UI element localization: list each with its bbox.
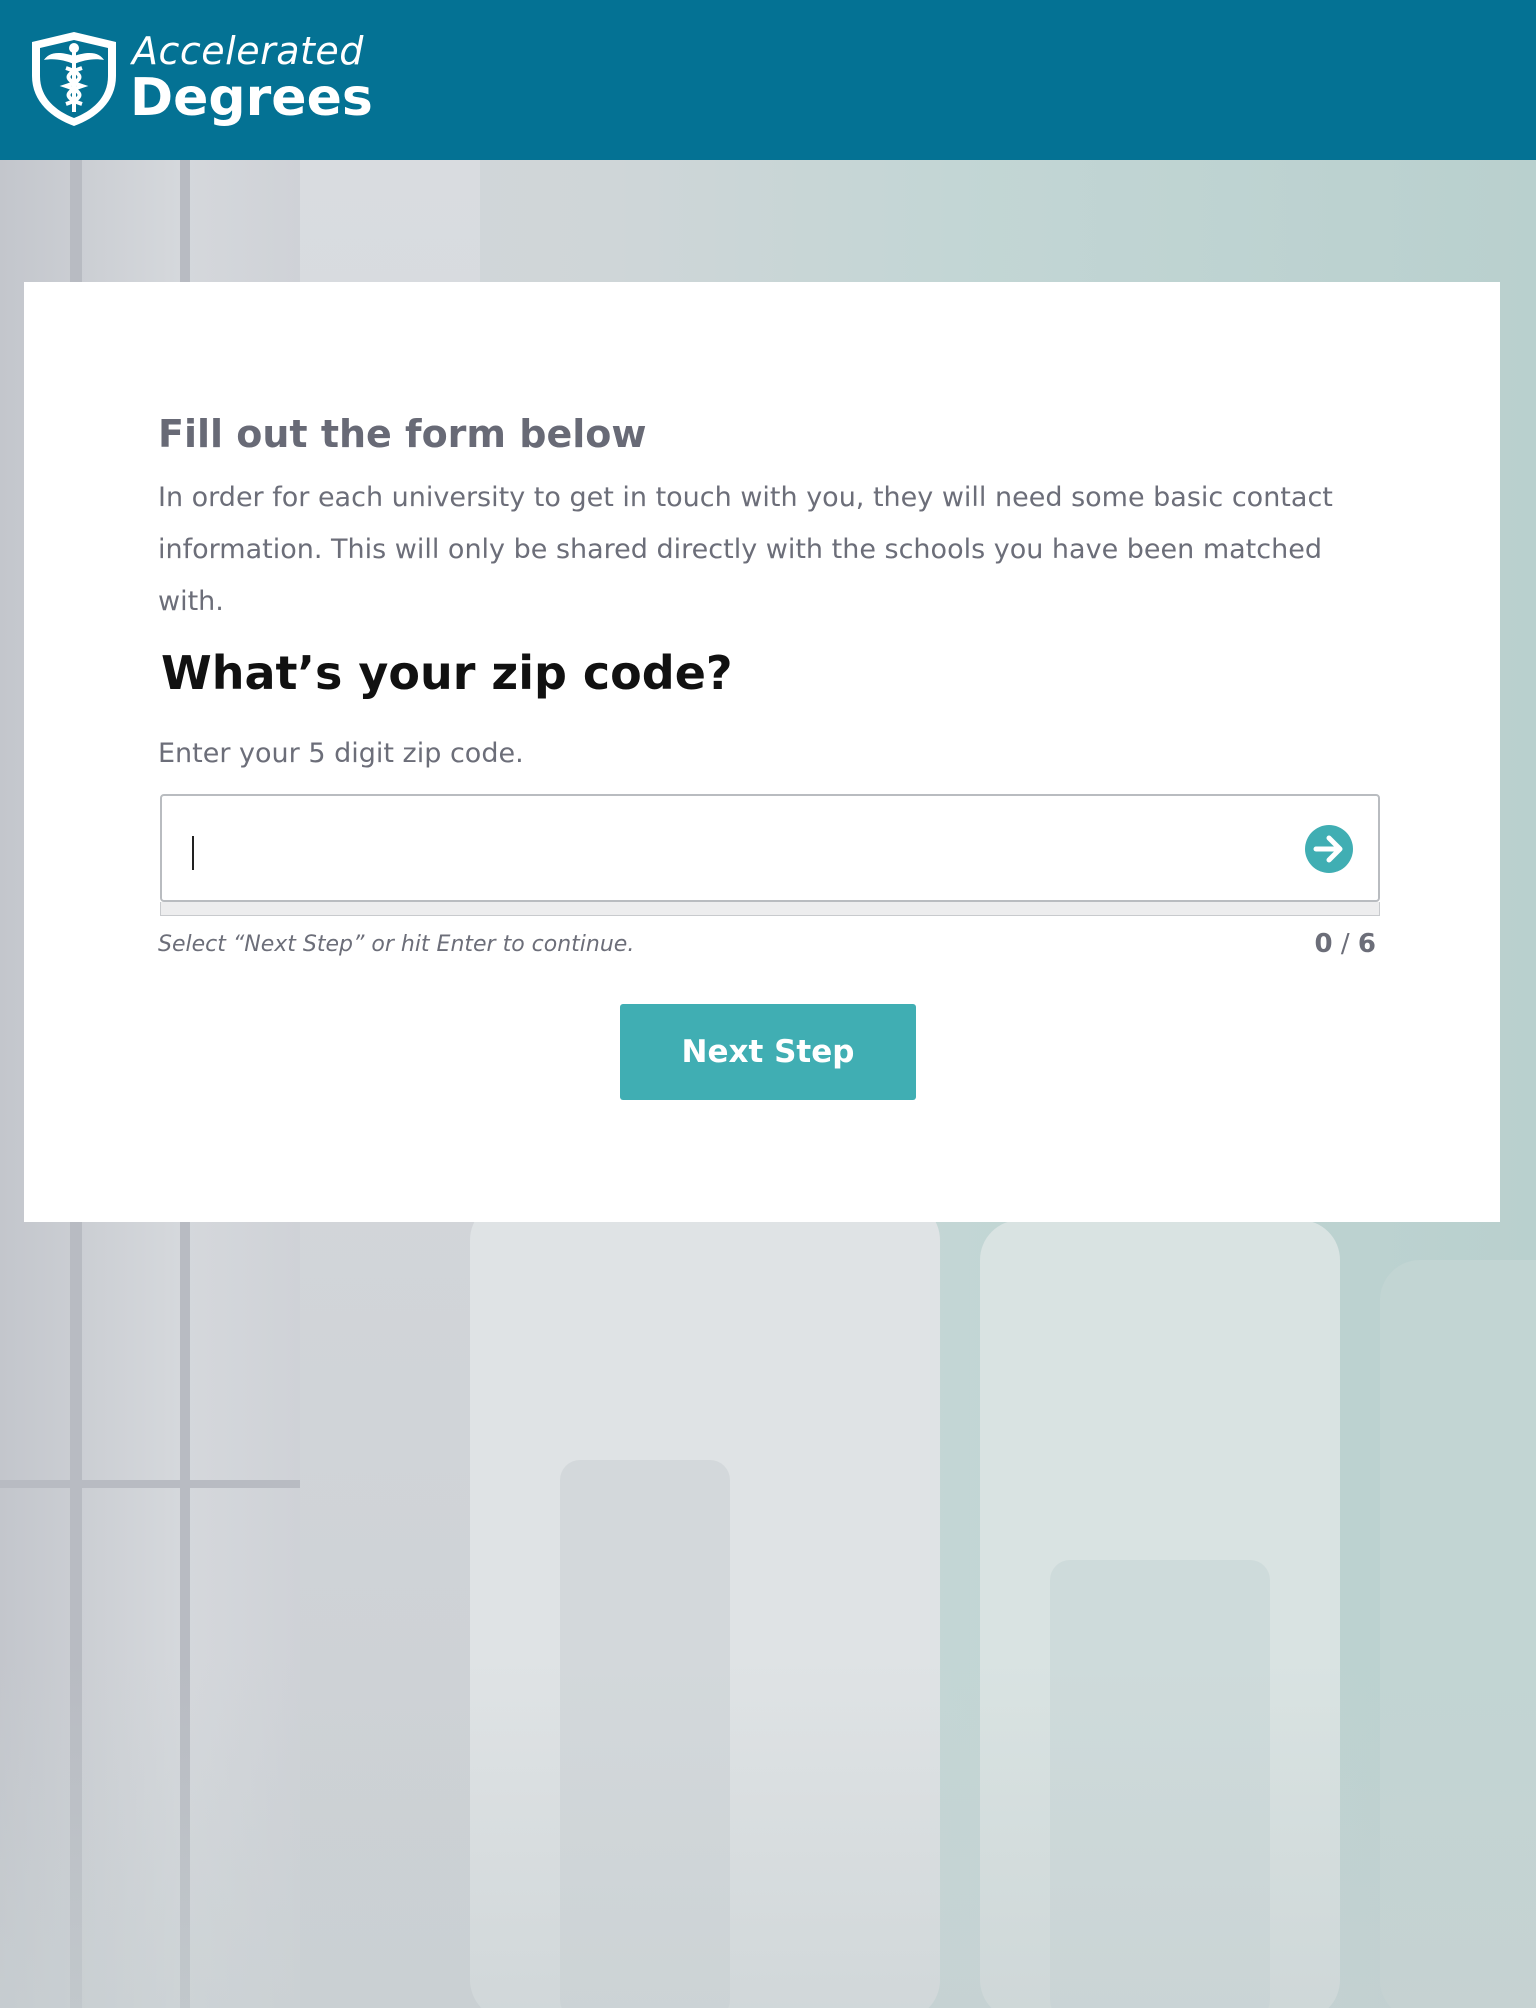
progress-separator: / [1340,929,1350,959]
form-heading: Fill out the form below [158,412,647,456]
brand-name-bottom: Degrees [130,68,373,128]
zip-question-title: What’s your zip code? [161,646,733,700]
progress-total: 6 [1357,929,1376,959]
lead-form-card: Fill out the form below In order for eac… [24,282,1500,1222]
step-progress-counter: 0 / 6 [1204,929,1376,959]
zip-code-input[interactable] [160,794,1380,902]
arrow-right-circle-icon[interactable] [1304,824,1354,874]
hallway-floor [0,1660,1536,2008]
next-step-button[interactable]: Next Step [620,1004,916,1100]
form-intro-text: In order for each university to get in t… [158,482,1333,617]
caduceus-shield-icon [32,32,116,126]
input-underbar [160,902,1380,916]
zip-field-wrapper [160,794,1380,916]
continue-instruction: Select “Next Step” or hit Enter to conti… [158,932,635,957]
door-frame [0,1480,300,1488]
text-cursor [192,836,194,870]
site-header: Accelerated Degrees [0,0,1536,160]
progress-current: 0 [1314,929,1333,959]
brand-logo[interactable]: Accelerated Degrees [28,28,373,132]
zip-hint-text: Enter your 5 digit zip code. [158,738,524,769]
